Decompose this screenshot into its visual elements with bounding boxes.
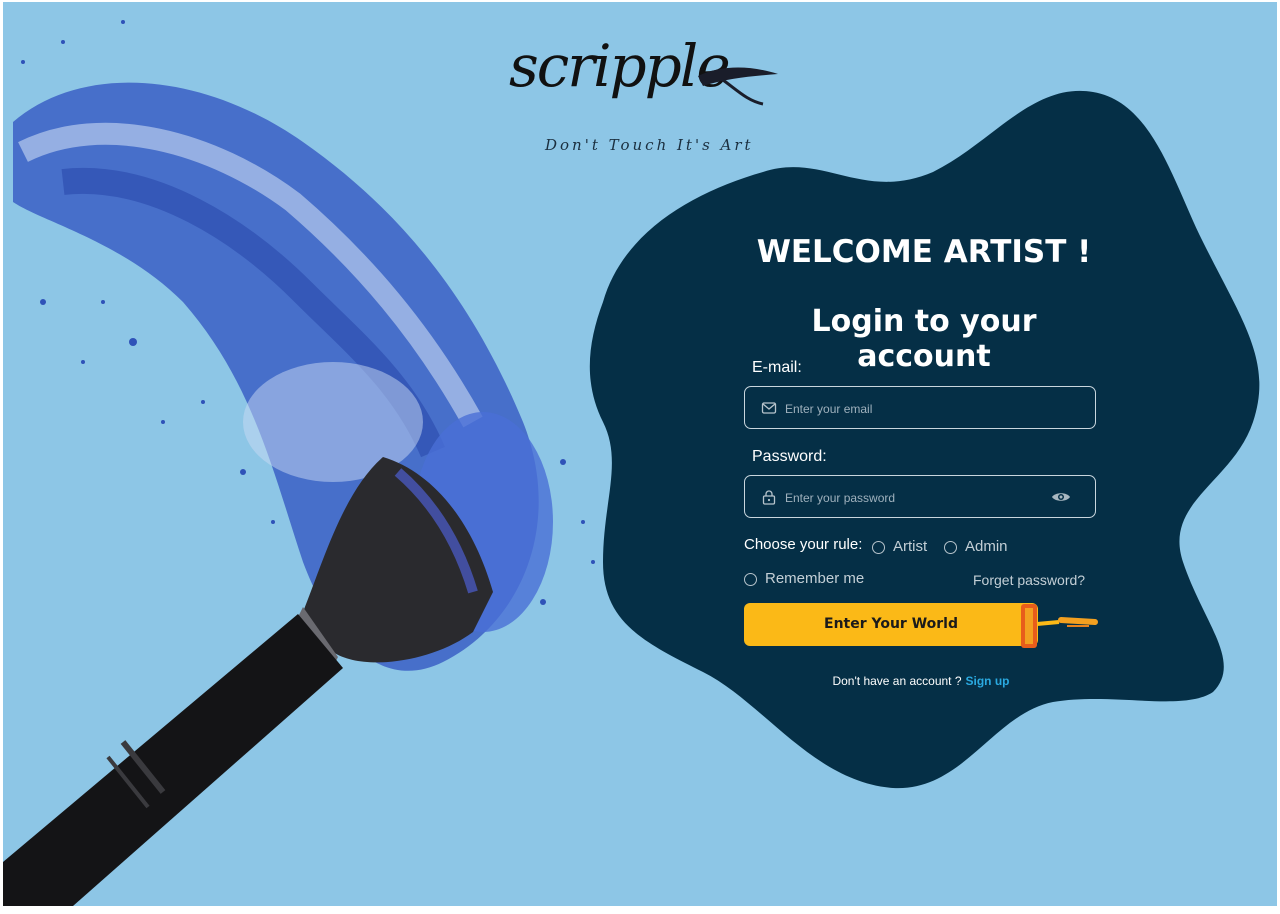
rule-selector: Choose your rule: Artist Admin — [744, 536, 1008, 558]
rule-label: Choose your rule: — [744, 536, 863, 553]
paint-roller-icon — [1021, 604, 1098, 648]
password-label: Password: — [752, 448, 827, 465]
signup-prompt: Don't have an account ? Sign up — [744, 674, 1098, 688]
email-input[interactable] — [783, 387, 1047, 430]
email-field[interactable] — [744, 386, 1096, 430]
mail-icon — [761, 402, 777, 414]
remember-me[interactable]: Remember me — [744, 570, 864, 587]
rule-option-admin[interactable]: Admin — [944, 538, 1008, 555]
enter-world-button[interactable]: Enter Your World — [744, 603, 1038, 646]
remember-checkbox[interactable] — [744, 572, 757, 586]
rule-option-artist[interactable]: Artist — [872, 538, 927, 555]
login-card-blob — [589, 90, 1260, 789]
forgot-password-link[interactable]: Forget password? — [973, 572, 1085, 588]
signup-link[interactable]: Sign up — [966, 674, 1010, 688]
lock-icon — [762, 490, 776, 505]
email-label: E-mail: — [752, 359, 802, 376]
password-input[interactable] — [783, 476, 1047, 519]
password-field[interactable] — [744, 475, 1096, 519]
eye-icon[interactable] — [1051, 489, 1071, 505]
welcome-heading: WELCOME ARTIST ! — [756, 234, 1092, 270]
login-page: scripple Don't Touch It's Art WELCOME AR… — [3, 2, 1277, 906]
radio-admin[interactable] — [944, 540, 957, 554]
signup-text: Don't have an account ? — [832, 674, 962, 688]
radio-artist[interactable] — [872, 540, 885, 554]
